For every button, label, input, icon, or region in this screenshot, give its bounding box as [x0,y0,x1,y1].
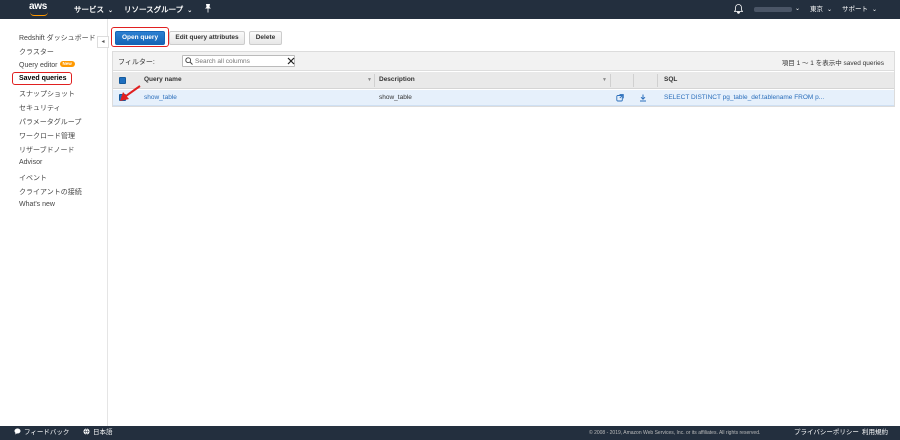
collapse-sidebar-button[interactable]: ◂ [97,36,109,48]
pagination-status: 項目 1 ～ 1 を表示中 saved queries [781,60,884,67]
sidebar-item-client-connections[interactable]: クライアントの接続 [19,187,82,197]
aws-smile-icon [30,12,48,16]
copyright-text: © 2008 - 2019, Amazon Web Services, Inc.… [589,430,761,436]
sidebar-item-workload-management[interactable]: ワークロード管理 [19,131,75,141]
support-menu[interactable]: サポート ⌄ [842,0,877,19]
sidebar-item-reserved-nodes[interactable]: リザーブドノード [19,145,74,155]
search-box [182,55,295,67]
language-label: 日本語 [93,429,113,436]
download-icon[interactable] [639,94,647,102]
sidebar-item-events[interactable]: イベント [19,173,47,183]
search-icon [185,57,193,65]
annotation-arrow-icon [120,85,141,101]
chevron-down-icon: ⌄ [795,6,801,12]
sidebar-item-dashboard[interactable]: Redshift ダッシュボード [19,33,96,43]
column-divider [374,74,375,87]
resource-groups-menu[interactable]: リソースグループ ⌄ [124,0,192,19]
saved-queries-table: フィルター: 項目 1 ～ 1 を表示中 saved queries Query… [112,51,895,107]
chevron-down-icon: ⌄ [108,8,114,14]
column-divider [657,74,658,87]
sort-icon[interactable]: ▼ [367,77,372,83]
sort-icon[interactable]: ▼ [602,77,607,83]
services-label: サービス [74,5,104,14]
region-label: 東京 [810,6,823,13]
privacy-policy-link[interactable]: プライバシーポリシー [794,426,859,440]
sidebar-item-whats-new[interactable]: What's new [19,201,55,208]
services-menu[interactable]: サービス ⌄ [74,0,113,19]
column-header-description[interactable]: Description [379,76,415,83]
chevron-down-icon: ⌄ [827,7,833,13]
feedback-label: フィードバック [24,429,70,436]
column-divider [610,74,611,87]
query-sql-preview[interactable]: SELECT DISTINCT pg_table_def.tablename F… [664,94,824,101]
globe-icon [83,428,90,435]
table-header: Query name ▼ Description ▼ SQL [113,72,894,89]
column-header-query-name[interactable]: Query name [144,76,182,83]
account-menu[interactable] [754,7,792,12]
table-row[interactable]: show_table show_table SELECT DISTINCT pg… [113,90,894,106]
column-header-sql[interactable]: SQL [664,76,677,83]
open-query-button[interactable]: Open query [115,31,165,45]
search-input[interactable] [195,57,283,66]
sidebar: Redshift ダッシュボード クラスター Query editor New S… [0,19,109,426]
pin-icon[interactable] [204,4,212,15]
sidebar-item-clusters[interactable]: クラスター [19,47,54,57]
filter-label: フィルター: [118,59,155,66]
chevron-down-icon: ⌄ [187,8,193,14]
speech-bubble-icon [14,428,21,435]
edit-query-attributes-button[interactable]: Edit query attributes [169,31,245,45]
chevron-down-icon: ⌄ [872,7,878,13]
sidebar-item-query-editor[interactable]: Query editor New [19,61,75,69]
footer-bar: フィードバック 日本語 © 2008 - 2019, Amazon Web Se… [0,426,900,440]
aws-logo-text: aws [29,1,48,12]
filter-bar: フィルター: 項目 1 ～ 1 を表示中 saved queries [113,52,894,71]
language-selector[interactable]: 日本語 [83,426,113,440]
terms-of-use-link[interactable]: 利用規約 [862,426,888,440]
close-icon[interactable] [287,57,295,65]
aws-logo[interactable]: aws [29,1,51,17]
sidebar-item-label: Query editor [19,62,58,69]
sidebar-item-advisor[interactable]: Advisor [19,159,42,166]
delete-button[interactable]: Delete [249,31,282,45]
select-all-checkbox[interactable] [119,77,126,84]
region-menu[interactable]: 東京 ⌄ [810,0,832,19]
column-divider [633,74,634,87]
open-in-editor-icon[interactable] [616,94,624,102]
support-label: サポート [842,6,868,13]
feedback-link[interactable]: フィードバック [14,426,69,440]
notification-bell-icon[interactable] [733,4,744,14]
sidebar-item-snapshots[interactable]: スナップショット [19,89,75,99]
sidebar-item-parameter-groups[interactable]: パラメータグループ [19,117,81,127]
new-badge: New [59,61,75,67]
query-description: show_table [379,94,412,101]
query-name-link[interactable]: show_table [144,94,177,101]
top-navigation-bar: aws サービス ⌄ リソースグループ ⌄ ⌄ 東京 ⌄ サポート ⌄ [0,0,900,19]
sidebar-item-security[interactable]: セキュリティ [19,103,61,113]
resource-groups-label: リソースグループ [124,5,184,14]
sidebar-item-saved-queries[interactable]: Saved queries [12,72,73,85]
